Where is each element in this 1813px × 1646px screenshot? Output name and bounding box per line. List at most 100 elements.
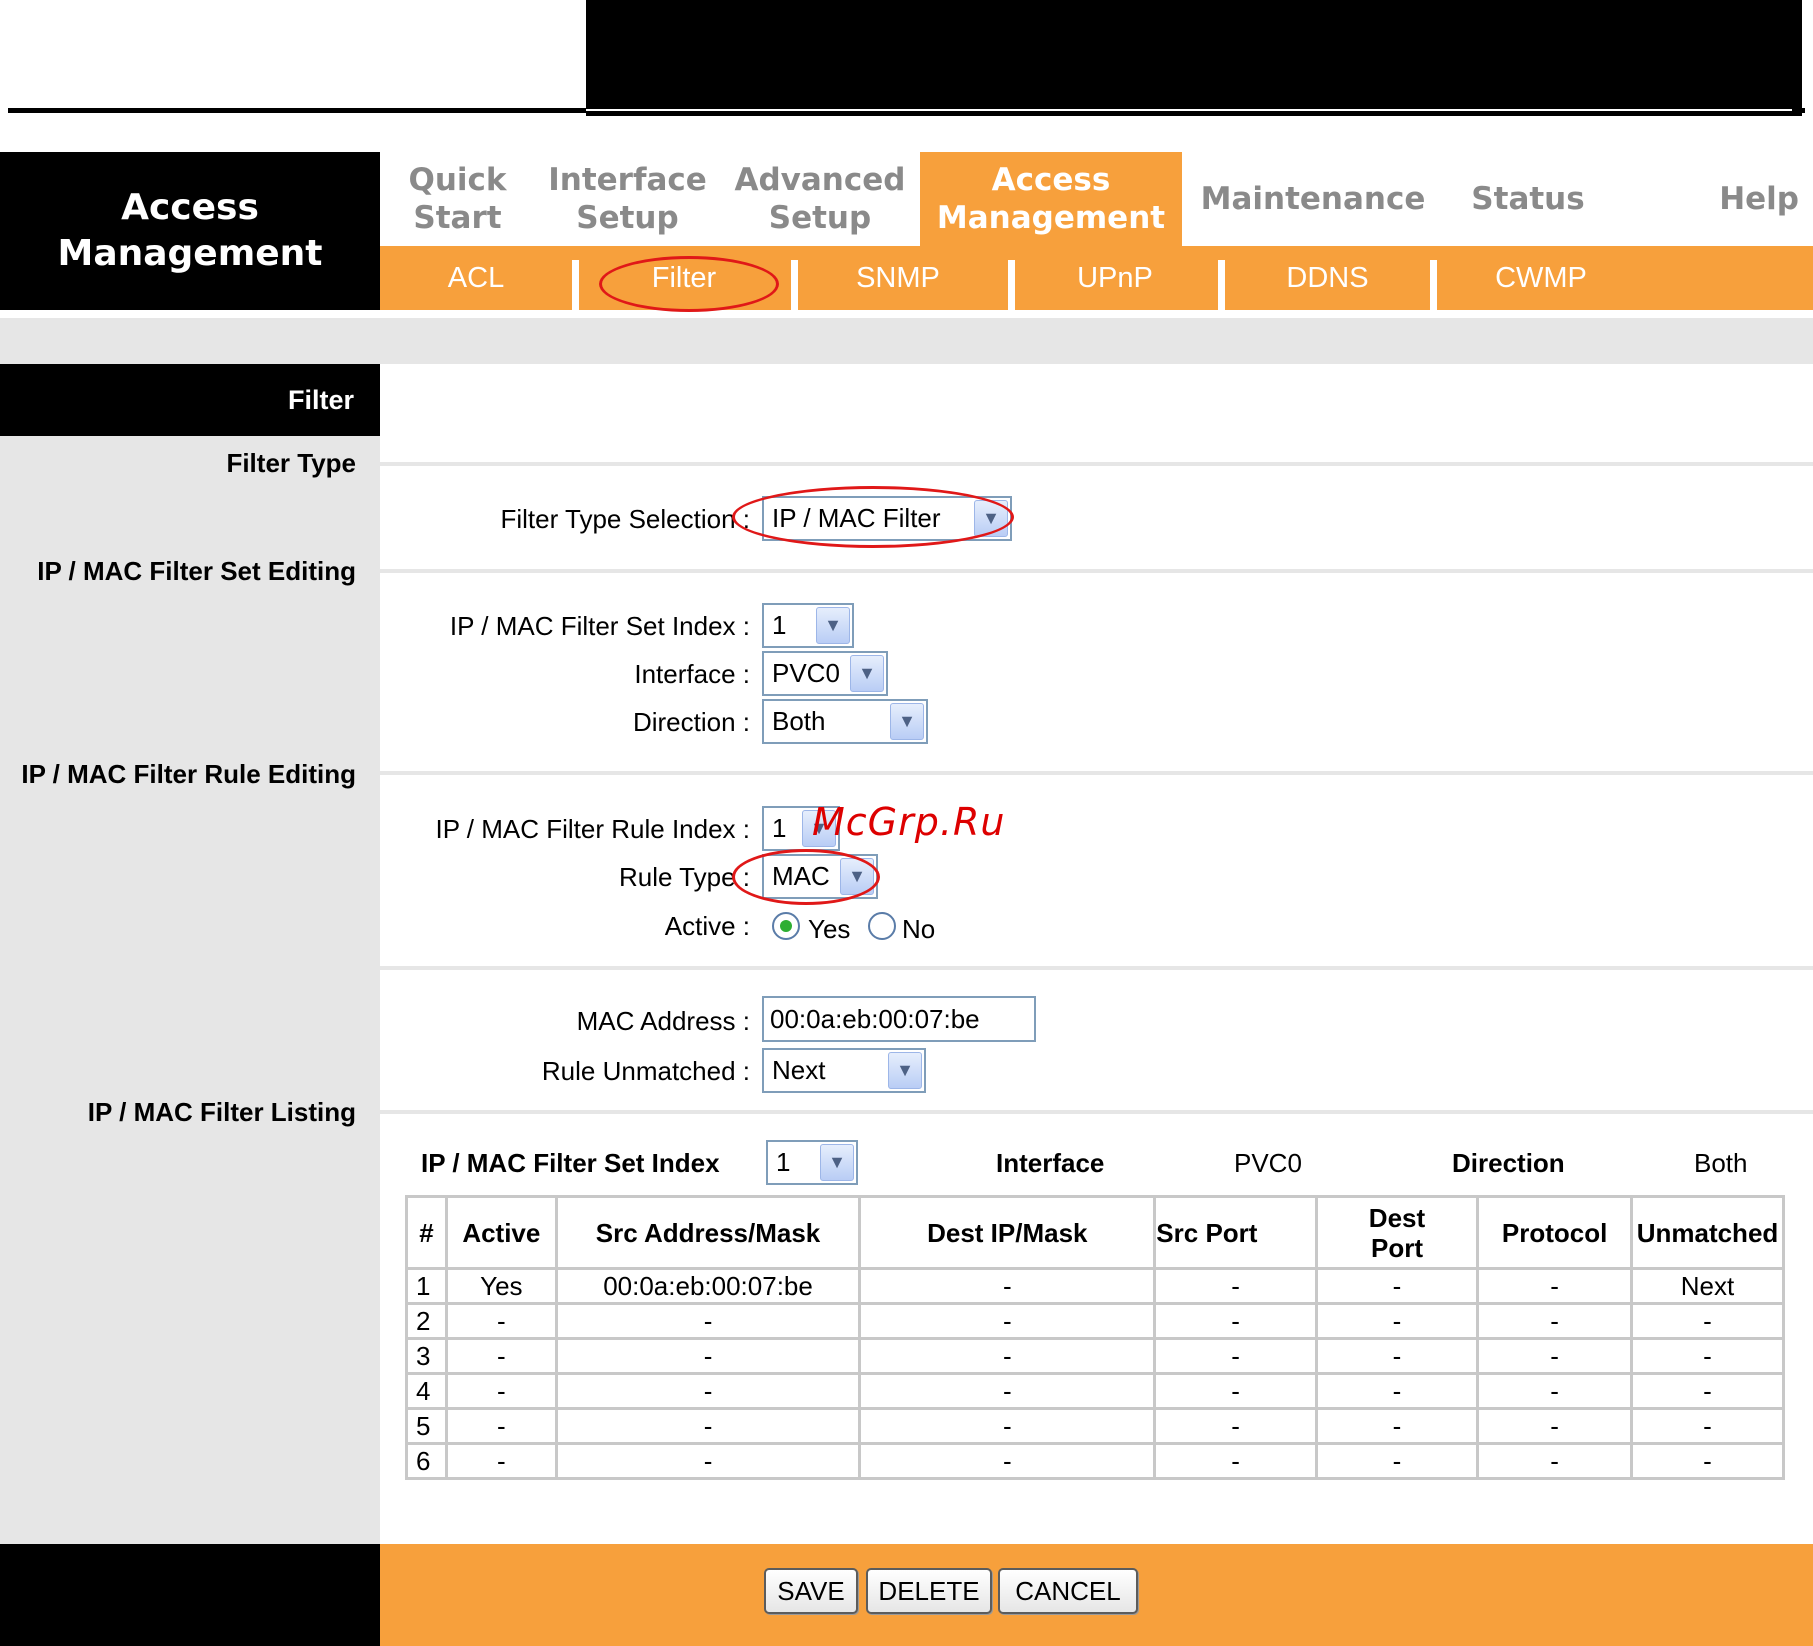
table-cell: - (1629, 1442, 1786, 1480)
table-header-row: # Active Src Address/Mask Dest IP/Mask S… (405, 1195, 1786, 1270)
chevron-down-icon[interactable]: ▼ (890, 703, 924, 740)
active-no-label[interactable]: No (902, 914, 935, 945)
listing-interface-value: PVC0 (1234, 1148, 1302, 1178)
interface-label: Interface : (634, 659, 750, 689)
subtab-cwmp[interactable]: CWMP (1437, 246, 1645, 310)
document-header-banner (586, 0, 1802, 116)
subtab-separator (1008, 260, 1015, 310)
table-cell: 6 (405, 1442, 448, 1480)
set-index-select[interactable]: 1 ▼ (762, 603, 854, 648)
table-cell: 4 (405, 1372, 448, 1410)
tab-help[interactable]: Help (1612, 152, 1813, 246)
subtab-acl[interactable]: ACL (380, 246, 572, 310)
section-divider (380, 569, 1813, 573)
watermark: McGrp.Ru (812, 800, 1006, 844)
table-cell: - (1629, 1337, 1786, 1375)
sidebar-label-listing: IP / MAC Filter Listing (87, 1097, 356, 1127)
subtab-upnp[interactable]: UPnP (1015, 246, 1215, 310)
chevron-down-icon[interactable]: ▼ (816, 607, 850, 644)
table-cell: - (858, 1337, 1157, 1375)
table-cell: - (1314, 1337, 1480, 1375)
listing-set-index-select[interactable]: 1 ▼ (766, 1140, 858, 1185)
table-cell: - (1629, 1302, 1786, 1340)
table-cell: - (1476, 1442, 1633, 1480)
table-cell: - (1314, 1302, 1480, 1340)
table-cell: - (858, 1302, 1157, 1340)
set-index-label: IP / MAC Filter Set Index : (449, 611, 750, 641)
table-cell: - (444, 1302, 558, 1340)
listing-direction-value: Both (1694, 1148, 1748, 1178)
highlight-ellipse-filter-type (732, 486, 1014, 548)
table-cell: - (1314, 1407, 1480, 1445)
rule-index-label: IP / MAC Filter Rule Index : (435, 814, 750, 844)
direction-select[interactable]: Both ▼ (762, 699, 928, 744)
header-spacer-band (0, 318, 1813, 364)
active-no-radio[interactable] (868, 912, 896, 940)
table-cell: - (554, 1442, 862, 1480)
sidebar-label-set-editing: IP / MAC Filter Set Editing (37, 556, 356, 586)
footer-left-panel (0, 1544, 380, 1646)
table-cell: 2 (405, 1302, 448, 1340)
table-cell: - (1153, 1442, 1318, 1480)
tab-status[interactable]: Status (1444, 152, 1612, 246)
table-cell: - (1476, 1407, 1633, 1445)
table-cell: Yes (444, 1267, 558, 1305)
table-row: 3 - - - - - - - (405, 1337, 1786, 1375)
direction-label: Direction : (632, 707, 750, 737)
save-button[interactable]: SAVE (764, 1568, 858, 1614)
mac-address-input[interactable]: 00:0a:eb:00:07:be (762, 996, 1036, 1042)
sidebar-label-filter-type: Filter Type (226, 448, 356, 478)
rule-unmatched-select[interactable]: Next ▼ (762, 1048, 926, 1093)
table-cell: - (1153, 1267, 1318, 1305)
table-cell: - (1476, 1337, 1633, 1375)
table-cell: Next (1629, 1267, 1786, 1305)
chevron-down-icon[interactable]: ▼ (850, 655, 884, 692)
table-cell: - (1629, 1372, 1786, 1410)
table-cell: 3 (405, 1337, 448, 1375)
filter-type-label: Filter Type Selection : (500, 504, 750, 534)
table-row: 6 - - - - - - - (405, 1442, 1786, 1480)
sidebar (0, 364, 380, 1544)
interface-select[interactable]: PVC0 ▼ (762, 651, 888, 696)
column-header: Active (444, 1195, 558, 1270)
mac-address-label: MAC Address : (576, 1006, 750, 1036)
delete-button[interactable]: DELETE (866, 1568, 992, 1614)
interface-value: PVC0 (772, 658, 840, 688)
tab-quick-start[interactable]: Quick Start (380, 152, 535, 246)
table-cell: - (858, 1372, 1157, 1410)
tab-advanced-setup[interactable]: Advanced Setup (720, 152, 920, 246)
subtab-snmp[interactable]: SNMP (798, 246, 998, 310)
listing-set-index-value: 1 (776, 1147, 791, 1177)
subtab-separator (572, 260, 579, 310)
section-title-line2: Management (57, 233, 323, 274)
chevron-down-icon[interactable]: ▼ (888, 1052, 922, 1089)
table-cell: - (1476, 1267, 1633, 1305)
table-cell: - (444, 1442, 558, 1480)
section-title-line1: Access (121, 187, 259, 228)
tab-maintenance[interactable]: Maintenance (1182, 152, 1444, 246)
document-header-rule-highlight (586, 109, 1792, 111)
table-cell: - (1314, 1372, 1480, 1410)
section-divider (380, 462, 1813, 466)
filter-listing-table: # Active Src Address/Mask Dest IP/Mask S… (405, 1195, 1786, 1480)
tab-interface-setup[interactable]: Interface Setup (535, 152, 720, 246)
table-cell: 5 (405, 1407, 448, 1445)
subtab-ddns[interactable]: DDNS (1225, 246, 1430, 310)
table-row: 2 - - - - - - - (405, 1302, 1786, 1340)
active-label: Active : (664, 911, 750, 941)
table-cell: 1 (405, 1267, 448, 1305)
highlight-ellipse-filter-tab (599, 256, 779, 312)
direction-value: Both (772, 706, 826, 736)
active-yes-label[interactable]: Yes (808, 914, 850, 945)
rule-type-label: Rule Type : (618, 862, 750, 892)
active-yes-radio[interactable] (772, 912, 800, 940)
table-cell: 00:0a:eb:00:07:be (554, 1267, 862, 1305)
section-title: Access Management (0, 152, 380, 310)
cancel-button[interactable]: CANCEL (998, 1568, 1138, 1614)
column-header: Src Address/Mask (554, 1195, 862, 1270)
table-cell: - (1314, 1442, 1480, 1480)
chevron-down-icon[interactable]: ▼ (820, 1144, 854, 1181)
tab-access-management[interactable]: Access Management (920, 152, 1182, 246)
subtab-separator (1430, 260, 1437, 310)
main-nav: Quick Start Interface Setup Advanced Set… (380, 152, 1813, 246)
